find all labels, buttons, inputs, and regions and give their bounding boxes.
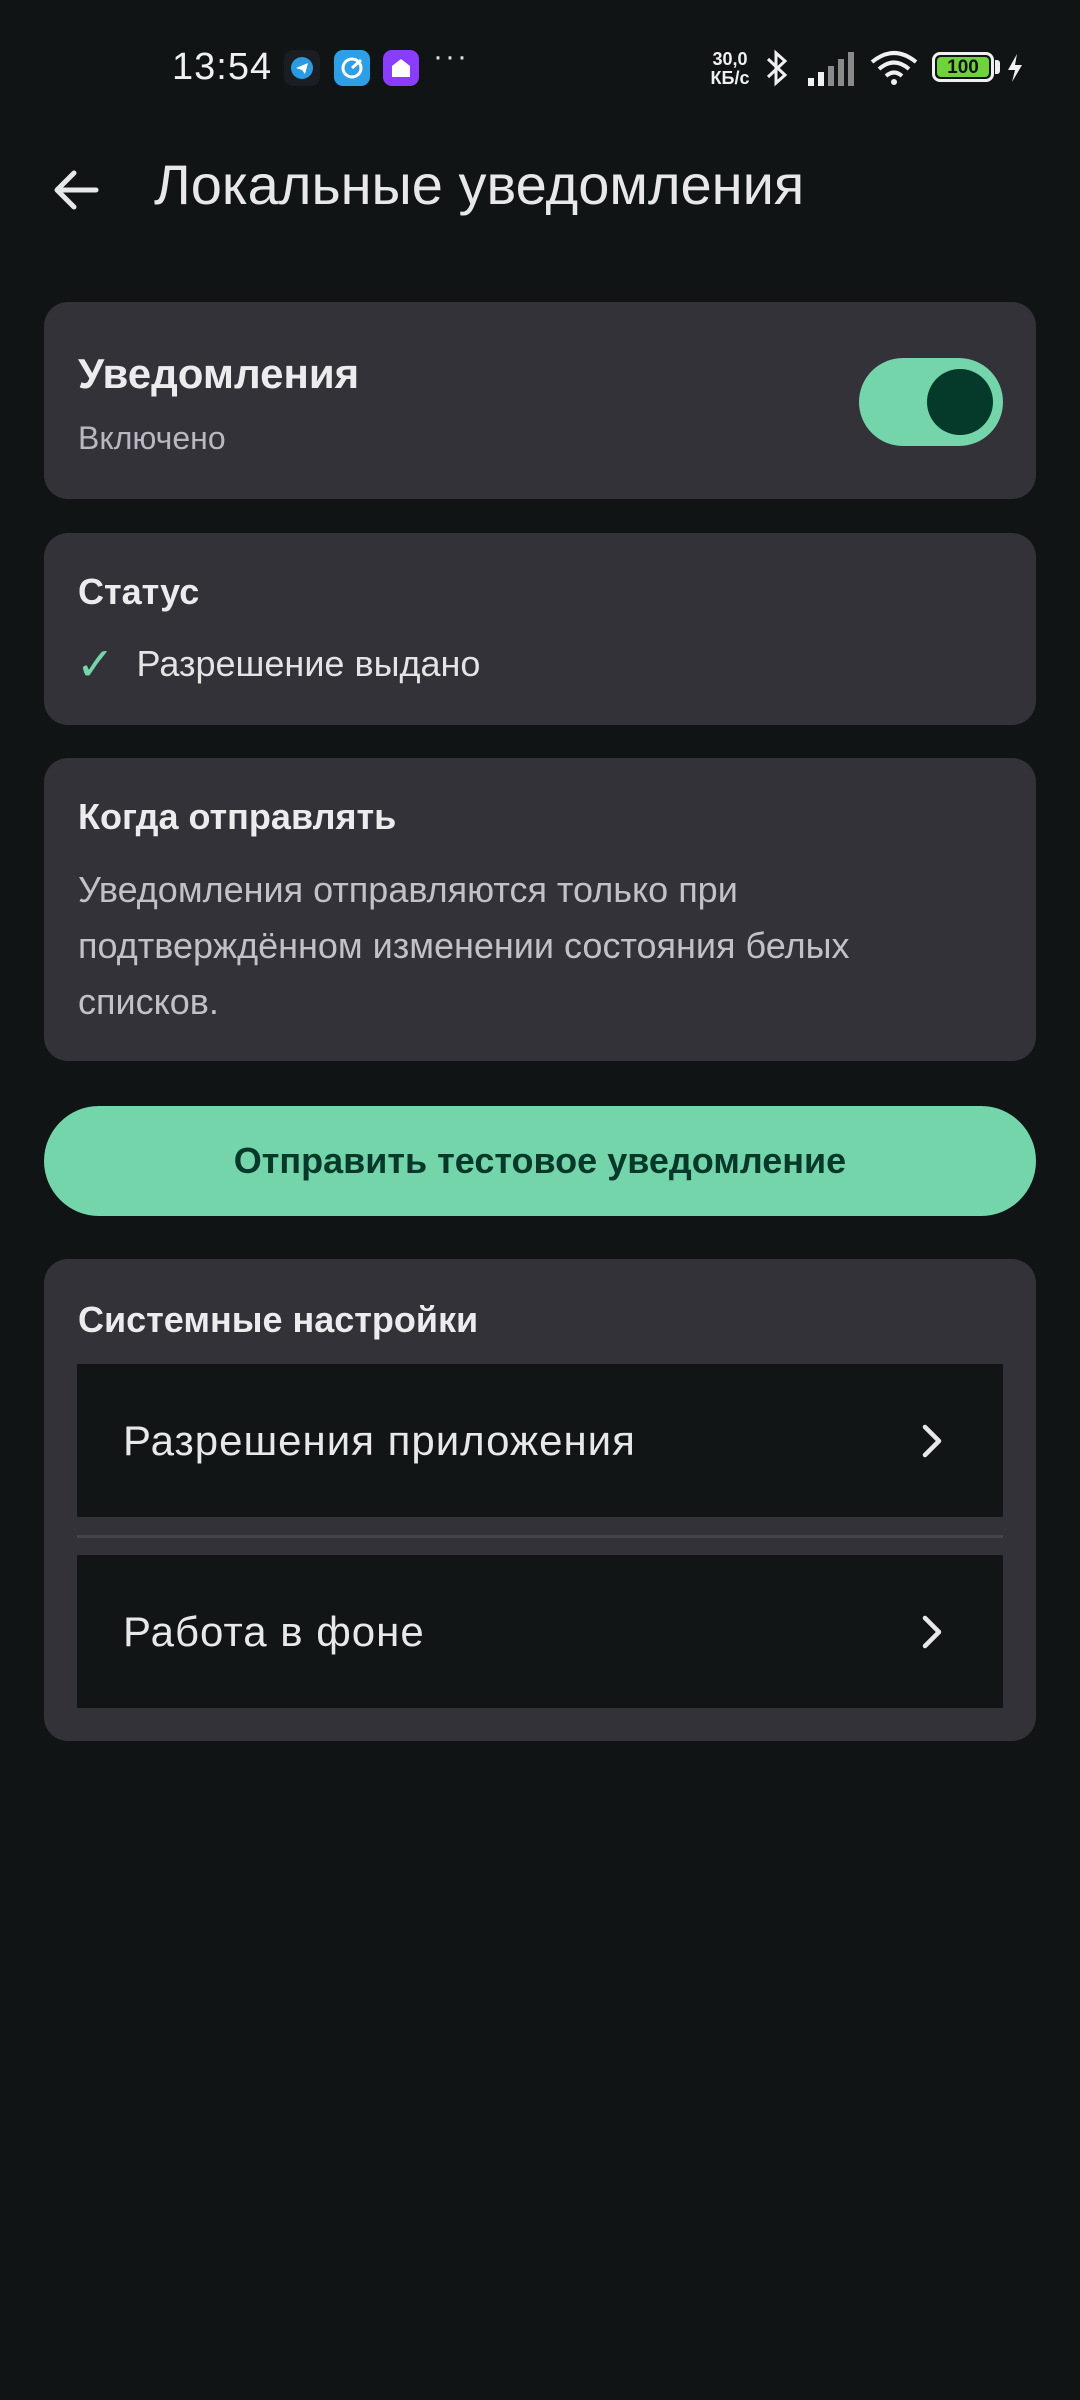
permission-status: ✓ Разрешение выдано	[76, 641, 480, 687]
status-bar: 13:54 ··· 30,0 КБ/с 100	[0, 0, 1080, 140]
status-card: Статус ✓ Разрешение выдано	[44, 533, 1036, 725]
toggle-knob	[927, 369, 993, 435]
status-time: 13:54	[172, 46, 273, 88]
system-settings-card: Системные настройки Разрешения приложени…	[44, 1259, 1036, 1741]
background-work-item[interactable]: Работа в фоне	[77, 1555, 1003, 1708]
charging-icon	[1004, 52, 1026, 89]
permission-status-text: Разрешение выдано	[136, 643, 481, 684]
when-to-send-heading: Когда отправлять	[78, 796, 397, 837]
back-arrow-icon[interactable]	[48, 160, 108, 220]
divider	[77, 1535, 1003, 1538]
bluetooth-icon	[760, 48, 794, 93]
battery-icon: 100	[932, 52, 994, 82]
chevron-right-icon	[922, 1424, 942, 1457]
signal-icon	[806, 48, 858, 93]
wifi-icon	[868, 48, 920, 93]
system-settings-heading: Системные настройки	[78, 1299, 479, 1340]
notifications-toggle[interactable]	[859, 358, 1003, 446]
chevron-right-icon	[922, 1615, 942, 1648]
page-title: Локальные уведомления	[154, 153, 805, 216]
when-to-send-description: Уведомления отправляются только при подт…	[78, 869, 850, 1022]
battery-cap	[995, 60, 1000, 74]
when-to-send-card: Когда отправлять Уведомления отправляютс…	[44, 758, 1036, 1061]
notifications-status: Включено	[78, 420, 226, 456]
background-work-label: Работа в фоне	[123, 1607, 425, 1655]
notifications-card: Уведомления Включено	[44, 302, 1036, 499]
check-icon: ✓	[76, 638, 115, 690]
battery-level: 100	[937, 57, 989, 78]
app-permissions-item[interactable]: Разрешения приложения	[77, 1364, 1003, 1517]
network-speed: 30,0 КБ/с	[710, 49, 750, 88]
more-notifications-icon: ···	[433, 40, 469, 73]
browser-icon	[334, 50, 370, 86]
notifications-title: Уведомления	[78, 350, 360, 397]
telegram-icon	[284, 50, 320, 86]
status-heading: Статус	[78, 571, 200, 612]
home-app-icon	[383, 50, 419, 86]
app-permissions-label: Разрешения приложения	[123, 1416, 636, 1464]
send-test-notification-button[interactable]: Отправить тестовое уведомление	[44, 1106, 1036, 1216]
